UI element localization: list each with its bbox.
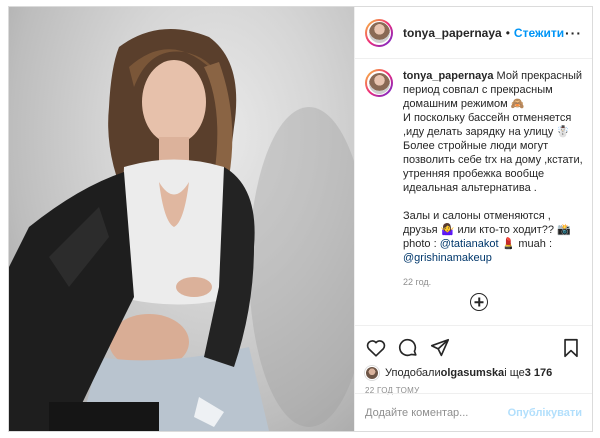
- header-separator: •: [505, 25, 510, 40]
- caption-time: 22 год.: [403, 277, 432, 287]
- caption-text-continued: 💄 muah :: [498, 238, 553, 250]
- likes-count[interactable]: 3 176: [525, 367, 553, 379]
- post-header: tonya_papernaya • Стежити ···: [355, 7, 592, 59]
- more-options-icon[interactable]: ···: [565, 25, 582, 41]
- share-icon[interactable]: [427, 335, 453, 361]
- likes-summary: Уподобали olgasumska і ще 3 176: [355, 362, 592, 380]
- likes-prefix: Уподобали: [385, 367, 441, 379]
- heart-icon[interactable]: [363, 335, 389, 361]
- mention-link[interactable]: @tatianakot: [440, 238, 499, 250]
- post-card: tonya_papernaya • Стежити ··· tonya_pape…: [8, 6, 593, 432]
- photo-illustration: [9, 29, 354, 431]
- comment-box: Опублікувати: [355, 393, 592, 431]
- post-actions-area: Уподобали olgasumska і ще 3 176 22 ГОД Т…: [355, 325, 592, 395]
- caption-avatar[interactable]: [365, 69, 393, 97]
- author-avatar[interactable]: [365, 18, 393, 47]
- post-caption: tonya_papernaya Мой прекрасный период со…: [365, 69, 587, 289]
- post-photo[interactable]: [9, 7, 354, 431]
- liker-username[interactable]: olgasumska: [441, 367, 505, 379]
- publish-button[interactable]: Опублікувати: [508, 407, 582, 419]
- caption-text: Мой прекрасный период совпал с прекрасны…: [403, 70, 583, 250]
- comment-icon[interactable]: [395, 335, 421, 361]
- likes-middle: і ще: [504, 367, 525, 379]
- load-more-comments-icon[interactable]: [470, 293, 488, 311]
- author-username[interactable]: tonya_papernaya: [403, 26, 502, 40]
- mention-link[interactable]: @grishinamakeup: [403, 252, 492, 264]
- post-sidebar: tonya_papernaya • Стежити ··· tonya_pape…: [354, 7, 592, 431]
- comment-input[interactable]: [365, 406, 508, 419]
- bookmark-icon[interactable]: [558, 335, 584, 361]
- caption-body: tonya_papernaya Мой прекрасный период со…: [403, 69, 587, 289]
- follow-button[interactable]: Стежити: [514, 26, 564, 40]
- action-bar: [355, 326, 592, 362]
- caption-username[interactable]: tonya_papernaya: [403, 70, 493, 82]
- liker-avatar[interactable]: [365, 366, 379, 380]
